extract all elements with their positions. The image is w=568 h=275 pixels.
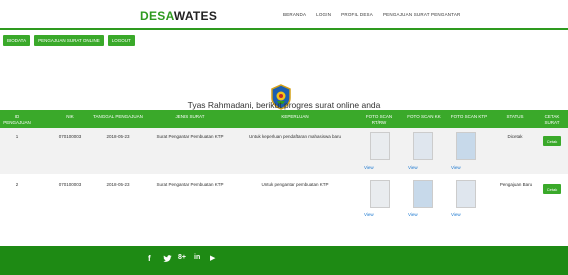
view-kk-link[interactable]: View — [408, 212, 418, 217]
cell-status: Pengajuan Baru — [499, 182, 533, 187]
view-kk-link[interactable]: View — [408, 165, 418, 170]
cell-nik: 070100003 — [58, 182, 82, 187]
cell-keperluan: Untuk keperluan pendaftaran mahasiswa ba… — [248, 134, 342, 139]
brand-logo[interactable]: DESAWATES — [140, 9, 217, 23]
cell-jenis: Surat Pengantar Pembuatan KTP — [156, 134, 224, 139]
view-rtrw-link[interactable]: View — [364, 165, 374, 170]
col-id-pengajuan: ID PENGAJUAN — [3, 114, 31, 125]
thumb-ktp[interactable] — [456, 180, 476, 208]
cell-status: Dicetak — [507, 134, 523, 139]
cell-id: 1 — [15, 134, 19, 139]
brand-part-desa: DESA — [140, 9, 174, 23]
view-ktp-link[interactable]: View — [451, 212, 461, 217]
top-navbar: DESAWATES BERANDA LOGIN PROFIL DESA PENG… — [0, 0, 568, 30]
linkedin-icon[interactable]: in — [194, 254, 200, 261]
cell-nik: 070100003 — [58, 134, 82, 139]
col-keperluan: KEPERLUAN — [281, 114, 309, 119]
table-header: ID PENGAJUAN NIK TANGGAL PENGAJUAN JENIS… — [0, 110, 568, 128]
thumb-ktp[interactable] — [456, 132, 476, 160]
cetak-button[interactable]: Cetak — [543, 136, 561, 146]
col-tanggal: TANGGAL PENGAJUAN — [93, 114, 143, 119]
col-status: STATUS — [506, 114, 524, 119]
cell-jenis: Surat Pengantar Pembuatan KTP — [156, 182, 224, 187]
col-foto-kk: FOTO SCAN KK — [407, 114, 441, 119]
cell-tanggal: 2018-05-23 — [106, 182, 130, 187]
logout-button[interactable]: LOGOUT — [107, 35, 135, 46]
table-row: 2 070100003 2018-05-23 Surat Pengantar P… — [0, 174, 568, 224]
nav-login[interactable]: LOGIN — [316, 12, 331, 17]
cetak-button[interactable]: Cetak — [543, 184, 561, 194]
cell-tanggal: 2018-05-23 — [106, 134, 130, 139]
col-cetak: CETAK SURAT — [544, 114, 560, 125]
facebook-icon[interactable]: f — [148, 254, 151, 263]
thumb-rtrw[interactable] — [370, 132, 390, 160]
view-ktp-link[interactable]: View — [451, 165, 461, 170]
cell-id: 2 — [15, 182, 19, 187]
pengajuan-surat-online-button[interactable]: PENGAJUAN SURAT ONLINE — [34, 35, 104, 46]
col-foto-rtrw: FOTO SCAN RT/RW — [365, 114, 393, 125]
cell-keperluan: Untuk pengantar pembuatan KTP — [261, 182, 329, 187]
nav-profil-desa[interactable]: PROFIL DESA — [341, 12, 373, 17]
col-nik: NIK — [66, 114, 74, 119]
thumb-rtrw[interactable] — [370, 180, 390, 208]
col-foto-ktp: FOTO SCAN KTP — [450, 114, 488, 119]
brand-part-wates: WATES — [173, 9, 218, 23]
google-plus-icon[interactable]: 8+ — [178, 254, 186, 261]
col-jenis-surat: JENIS SURAT — [175, 114, 205, 119]
table-row: 1 070100003 2018-05-23 Surat Pengantar P… — [0, 128, 568, 174]
action-button-row: BIODATA PENGAJUAN SURAT ONLINE LOGOUT — [3, 35, 135, 46]
page-heading: Tyas Rahmadani, berikut progres surat on… — [187, 100, 381, 110]
youtube-icon[interactable]: ▶ — [210, 254, 215, 262]
twitter-icon[interactable] — [163, 255, 172, 263]
view-rtrw-link[interactable]: View — [364, 212, 374, 217]
thumb-kk[interactable] — [413, 180, 433, 208]
biodata-button[interactable]: BIODATA — [3, 35, 31, 46]
footer: f 8+ in ▶ — [0, 246, 568, 275]
nav-beranda[interactable]: BERANDA — [283, 12, 306, 17]
top-nav-links: BERANDA LOGIN PROFIL DESA PENGAJUAN SURA… — [283, 12, 460, 17]
nav-pengajuan-surat[interactable]: PENGAJUAN SURAT PENGANTAR — [383, 12, 461, 17]
thumb-kk[interactable] — [413, 132, 433, 160]
